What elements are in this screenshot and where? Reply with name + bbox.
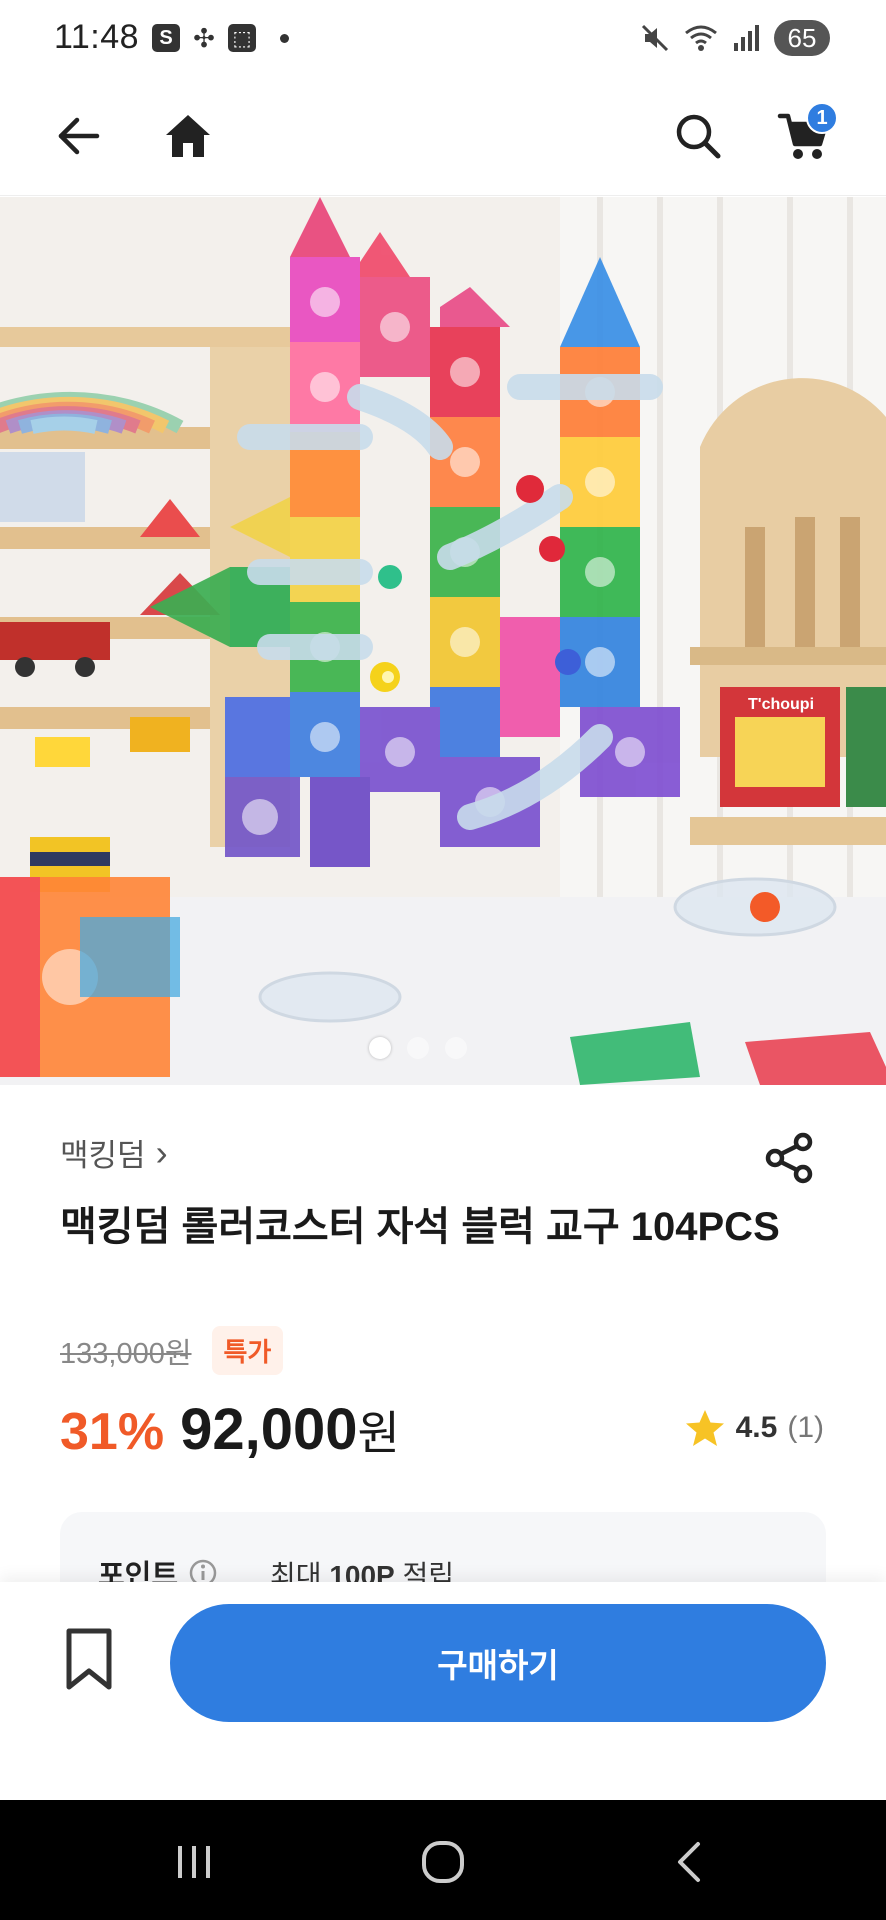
arrow-left-icon xyxy=(58,117,100,155)
carousel-indicator xyxy=(0,1037,886,1059)
recent-apps-icon xyxy=(178,1846,210,1878)
product-image-carousel[interactable]: T'choupi xyxy=(0,197,886,1085)
sale-price-number: 92,000 xyxy=(180,1397,358,1462)
sale-price: 92,000원 xyxy=(180,1396,400,1463)
brand-name: 맥킹덤 xyxy=(60,1138,146,1173)
search-icon xyxy=(676,114,721,159)
search-button[interactable] xyxy=(662,100,734,172)
carousel-dot[interactable] xyxy=(407,1037,429,1059)
system-nav-bar xyxy=(0,1800,886,1920)
status-notification-icons: S ✣ ⬚ xyxy=(152,22,289,53)
battery-level: 65 xyxy=(774,20,830,56)
pay-app-icon: ⬚ xyxy=(228,24,256,52)
product-title: 맥킹덤 롤러코스터 자석 블럭 교구 104PCS xyxy=(60,1205,780,1249)
home-nav-button[interactable] xyxy=(413,1832,473,1892)
original-price-row: 133,000원 특가 xyxy=(60,1326,284,1375)
more-notifications-dot-icon xyxy=(280,33,289,43)
rating-value: 4.5 xyxy=(735,1411,778,1444)
cart-count-badge: 1 xyxy=(806,102,838,134)
brand-link[interactable]: 맥킹덤 › xyxy=(60,1130,168,1175)
mute-icon xyxy=(641,24,669,52)
back-button[interactable] xyxy=(42,100,114,172)
price-row: 31% 92,000원 xyxy=(60,1396,400,1463)
buy-button[interactable]: 구매하기 xyxy=(170,1604,826,1722)
wifi-icon xyxy=(685,25,717,51)
bookmark-icon xyxy=(66,1628,112,1690)
bottom-action-bar: 구매하기 xyxy=(0,1582,886,1800)
rating-summary[interactable]: 4.5 (1) xyxy=(684,1408,824,1448)
share-button[interactable] xyxy=(760,1128,820,1188)
sale-price-unit: 원 xyxy=(357,1407,400,1459)
chevron-right-icon: › xyxy=(155,1131,168,1173)
product-image: T'choupi xyxy=(0,197,886,1085)
status-bar: 11:48 S ✣ ⬚ 65 xyxy=(0,0,886,78)
status-system-icons: 65 xyxy=(640,20,830,56)
carousel-dot[interactable] xyxy=(445,1037,467,1059)
home-nav-icon xyxy=(422,1841,464,1883)
signal-icon xyxy=(734,25,759,51)
book-title-text: T'choupi xyxy=(748,696,814,713)
carousel-dot-active[interactable] xyxy=(369,1037,391,1059)
back-nav-icon xyxy=(678,1842,700,1882)
star-icon xyxy=(685,1410,724,1446)
cart-button[interactable]: 1 xyxy=(768,100,840,172)
review-count: (1) xyxy=(787,1411,824,1444)
original-price: 133,000원 xyxy=(60,1337,192,1370)
s-app-icon: S xyxy=(152,24,180,52)
status-time: 11:48 xyxy=(54,18,140,56)
app-bar: 1 xyxy=(0,78,886,196)
bookmark-button[interactable] xyxy=(52,1622,126,1696)
network-app-icon: ✣ xyxy=(193,22,215,53)
back-nav-button[interactable] xyxy=(660,1832,720,1892)
share-icon xyxy=(765,1132,813,1184)
home-icon xyxy=(166,115,210,157)
discount-rate: 31% xyxy=(60,1403,165,1461)
home-button[interactable] xyxy=(152,100,224,172)
recent-apps-button[interactable] xyxy=(164,1832,224,1892)
special-deal-badge: 특가 xyxy=(211,1326,284,1375)
